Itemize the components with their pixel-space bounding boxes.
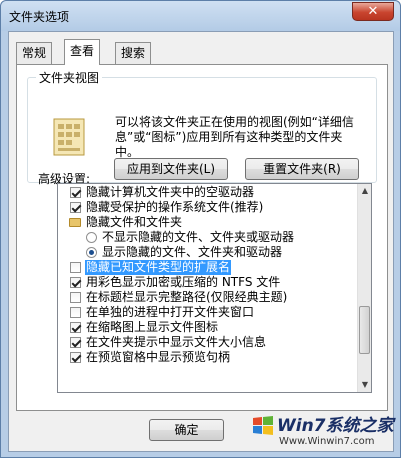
list-item-label: 在缩略图上显示文件图标 [86,320,219,334]
checkbox[interactable] [70,352,81,363]
list-item-label: 不显示隐藏的文件、文件夹或驱动器 [102,230,295,244]
list-item-label: 显示隐藏的文件、文件夹和驱动器 [102,245,283,259]
checkbox[interactable] [70,262,81,273]
tab-view[interactable]: 查看 [64,39,101,65]
list-item-label: 在标题栏显示完整路径(仅限经典主题) [86,290,288,304]
checkbox[interactable] [70,337,81,348]
list-item-label: 用彩色显示加密或压缩的 NTFS 文件 [86,275,281,289]
tab-general-label: 常规 [22,46,47,60]
tab-search[interactable]: 搜索 [115,42,152,64]
window-title: 文件夹选项 [9,10,70,24]
ok-button[interactable]: 确定 [149,419,224,441]
tab-view-label: 查看 [70,44,95,58]
site-watermark: Win7系统之家 Www.Winwin7.com [251,411,396,455]
reset-folders-button[interactable]: 重置文件夹(R) [245,158,359,180]
vertical-scrollbar[interactable]: ▲ ▼ [357,184,371,392]
dialog-body: 常规 查看 搜索 文件夹视图 可以将该文件夹正在使用的视图(例如“详细信息”或“… [8,31,394,452]
title-bar[interactable]: 文件夹选项 ✕ [1,1,400,31]
list-item-label: 隐藏已知文件类型的扩展名 [85,260,232,275]
tab-general[interactable]: 常规 [16,42,53,64]
checkbox[interactable] [70,292,81,303]
checkbox[interactable] [70,187,81,198]
checkbox[interactable] [70,322,81,333]
apply-to-folders-button[interactable]: 应用到文件夹(L) [114,158,228,180]
list-item-label: 在预览窗格中显示预览句柄 [86,350,231,364]
list-item-label: 在单独的进程中打开文件夹窗口 [86,305,255,319]
radio-button[interactable] [86,232,97,243]
close-button[interactable]: ✕ [352,2,394,21]
list-item-label: 隐藏计算机文件夹中的空驱动器 [86,185,255,199]
folder-view-icon [53,118,85,156]
list-item-label: 在文件夹提示中显示文件大小信息 [86,335,267,349]
scroll-up-arrow-icon[interactable]: ▲ [358,184,371,198]
checkbox[interactable] [70,307,81,318]
watermark-title: Win7系统之家 [277,416,394,436]
folder-views-legend: 文件夹视图 [39,71,100,85]
folder-icon [69,218,81,227]
close-icon: ✕ [367,4,379,19]
reset-folders-label: 重置文件夹(R) [263,162,341,176]
checkbox[interactable] [70,202,81,213]
radio-button[interactable] [86,247,97,258]
ok-button-label: 确定 [174,423,199,437]
apply-to-folders-label: 应用到文件夹(L) [126,162,216,176]
scroll-thumb[interactable] [359,306,370,354]
folder-views-description: 可以将该文件夹正在使用的视图(例如“详细信息”或“图标”)应用到所有这种类型的文… [115,115,354,159]
list-item-label: 隐藏文件和文件夹 [86,215,183,229]
watermark-url: Www.Winwin7.com [279,436,375,447]
list-item-label: 隐藏受保护的操作系统文件(推荐) [86,200,264,214]
tab-search-label: 搜索 [121,46,146,60]
windows-logo-icon [253,416,273,435]
folder-options-window: 文件夹选项 ✕ 常规 查看 搜索 文件夹视图 可以将该文件夹正在使用的视图(例如… [0,0,401,458]
scroll-down-arrow-icon[interactable]: ▼ [358,378,371,392]
advanced-settings-list[interactable]: 隐藏计算机文件夹中的空驱动器 隐藏受保护的操作系统文件(推荐) 隐藏文件和文件夹… [57,183,372,393]
checkbox[interactable] [70,277,81,288]
